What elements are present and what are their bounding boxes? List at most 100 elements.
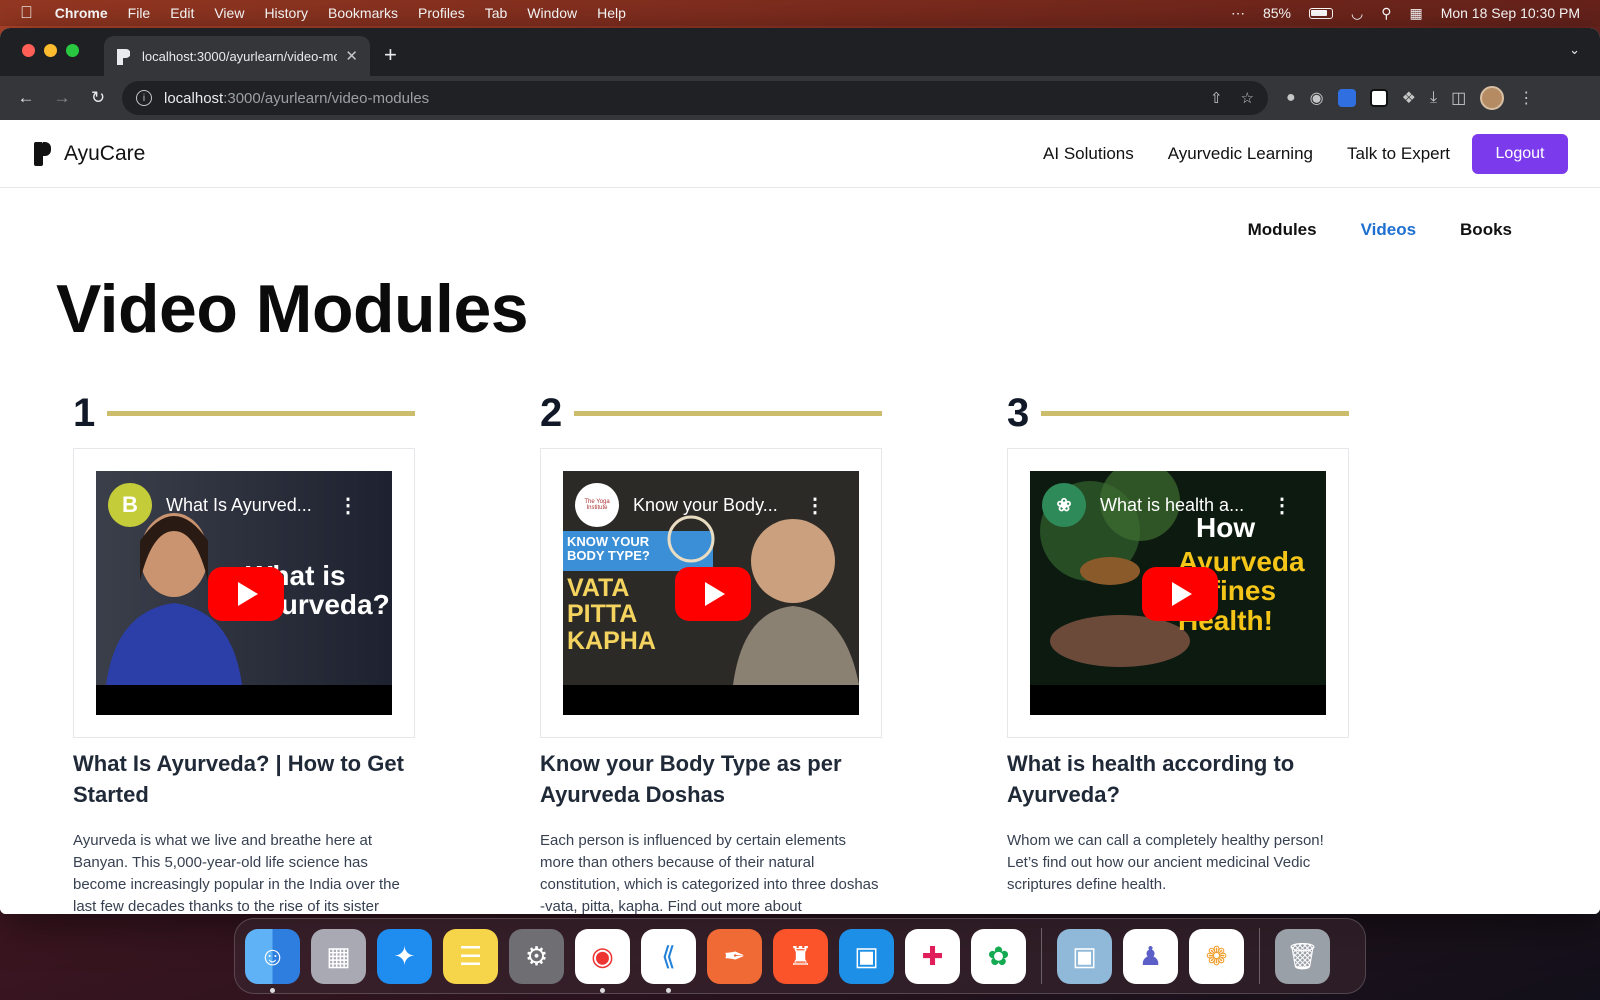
- channel-avatar[interactable]: B: [108, 483, 152, 527]
- browser-tab-active[interactable]: localhost:3000/ayurlearn/video-modules ✕: [104, 36, 370, 76]
- menu-bookmarks[interactable]: Bookmarks: [328, 5, 398, 21]
- learning-subnav: Modules Videos Books: [1248, 220, 1512, 240]
- share-icon[interactable]: ⇧: [1210, 89, 1223, 107]
- url-host: localhost: [164, 89, 224, 107]
- card-number: 1: [73, 390, 96, 435]
- channel-tree-icon[interactable]: ❀: [1042, 483, 1086, 527]
- teams-icon[interactable]: ♟: [1123, 928, 1178, 984]
- menu-window[interactable]: Window: [527, 5, 577, 21]
- card-title: What Is Ayurveda? | How to Get Started: [73, 751, 404, 807]
- back-arrow-icon[interactable]: ←: [12, 88, 40, 108]
- profile-avatar[interactable]: [1480, 86, 1505, 110]
- forward-arrow-icon[interactable]: →: [48, 88, 76, 108]
- site-logo[interactable]: AyuCare: [32, 141, 145, 166]
- tab-title: localhost:3000/ayurlearn/video-modules: [142, 48, 338, 64]
- menu-history[interactable]: History: [264, 5, 308, 21]
- browser-toolbar: ← → ↻ i localhost:3000/ayurlearn/video-m…: [0, 76, 1600, 120]
- web-page: AyuCare AI Solutions Ayurvedic Learning …: [0, 120, 1600, 914]
- battery-icon[interactable]: [1308, 7, 1333, 19]
- video-frame: ❀ What is health a... ⋮ How Ayurveda def…: [1007, 448, 1349, 738]
- site-info-icon[interactable]: i: [136, 90, 152, 106]
- subnav-videos[interactable]: Videos: [1361, 220, 1416, 240]
- card-number-row: 1: [73, 390, 415, 435]
- thumbnail-overlay-text: VATA PITTA KAPHA: [567, 574, 656, 655]
- chrome-window: localhost:3000/ayurlearn/video-modules ✕…: [0, 28, 1600, 914]
- bookmark-star-icon[interactable]: ☆: [1241, 89, 1254, 107]
- play-button-icon[interactable]: [208, 567, 284, 621]
- dock-separator: [1259, 928, 1260, 984]
- card-divider: [1041, 410, 1349, 416]
- video-frame: The Yoga Institute Know your Body... ⋮ K…: [540, 448, 882, 738]
- apple-icon[interactable]: : [20, 3, 33, 23]
- nav-ayurvedic-learning[interactable]: Ayurvedic Learning: [1168, 144, 1313, 164]
- downloads-icon[interactable]: ⤓: [1430, 89, 1437, 107]
- trash-icon[interactable]: 🗑: [1275, 928, 1330, 984]
- zoom-window-button[interactable]: [66, 44, 79, 57]
- menu-tab[interactable]: Tab: [485, 5, 508, 21]
- youtube-embed[interactable]: The Yoga Institute Know your Body... ⋮ K…: [563, 471, 859, 715]
- menu-edit[interactable]: Edit: [170, 5, 194, 21]
- extensions-puzzle-icon[interactable]: ❖: [1402, 88, 1416, 108]
- postman-icon[interactable]: ✒: [707, 928, 762, 984]
- tab-close-icon[interactable]: ✕: [345, 47, 358, 65]
- video-title[interactable]: What Is Ayurved...: [166, 495, 312, 516]
- subnav-modules[interactable]: Modules: [1248, 220, 1317, 240]
- window-controls: [22, 44, 79, 57]
- close-window-button[interactable]: [22, 44, 35, 57]
- youtube-embed[interactable]: B What Is Ayurved... ⋮ What is Ayurveda?: [96, 471, 392, 715]
- brave-icon[interactable]: ♜: [773, 928, 828, 984]
- mongodb-compass-icon[interactable]: ✿: [971, 928, 1026, 984]
- vscode-icon[interactable]: ⟪: [641, 928, 696, 993]
- wifi-icon[interactable]: ◡: [1351, 5, 1363, 22]
- youtube-embed[interactable]: ❀ What is health a... ⋮ How Ayurveda def…: [1030, 471, 1326, 715]
- more-options-icon[interactable]: ⋮: [805, 493, 825, 518]
- preview-icon[interactable]: ▣: [1057, 928, 1112, 984]
- finder-icon[interactable]: ☺: [245, 928, 300, 993]
- docker-icon[interactable]: ▣: [839, 928, 894, 984]
- tab-search-chevron-down-icon[interactable]: ⌄: [1569, 42, 1580, 58]
- card-description: Each person is influenced by certain ele…: [540, 832, 879, 914]
- url-path: :3000/ayurlearn/video-modules: [223, 89, 430, 107]
- minimize-window-button[interactable]: [44, 44, 57, 57]
- address-bar[interactable]: i localhost:3000/ayurlearn/video-modules…: [122, 81, 1268, 115]
- control-center-icon[interactable]: ▦: [1409, 5, 1422, 22]
- chrome-icon[interactable]: ◉: [575, 928, 630, 993]
- site-header: AyuCare AI Solutions Ayurvedic Learning …: [0, 120, 1600, 188]
- macos-dock: ☺ ▦ ✦ ☰ ⚙ ◉ ⟪ ✒ ♜ ▣ ✚ ✿ ▣ ♟ ❁ 🗑: [234, 918, 1366, 994]
- menu-profiles[interactable]: Profiles: [418, 5, 465, 21]
- photos-icon[interactable]: ❁: [1189, 928, 1244, 984]
- safari-icon[interactable]: ✦: [377, 928, 432, 984]
- menubar-clock[interactable]: Mon 18 Sep 10:30 PM: [1441, 5, 1580, 21]
- extension-dropper-icon[interactable]: ●: [1286, 89, 1296, 107]
- notes-icon[interactable]: ☰: [443, 928, 498, 984]
- side-panel-icon[interactable]: ◫: [1451, 88, 1466, 108]
- logout-button[interactable]: Logout: [1472, 133, 1568, 174]
- menu-app-name[interactable]: Chrome: [55, 5, 108, 21]
- spotlight-search-icon[interactable]: ⚲: [1381, 5, 1391, 22]
- system-settings-gear-icon[interactable]: ⚙: [509, 928, 564, 984]
- nav-talk-to-expert[interactable]: Talk to Expert: [1347, 144, 1450, 164]
- more-options-icon[interactable]: ⋮: [1272, 493, 1292, 518]
- nav-ai-solutions[interactable]: AI Solutions: [1043, 144, 1134, 164]
- new-tab-button[interactable]: +: [384, 42, 397, 68]
- menu-help[interactable]: Help: [597, 5, 626, 21]
- slack-icon[interactable]: ✚: [905, 928, 960, 984]
- menu-file[interactable]: File: [128, 5, 151, 21]
- page-title: Video Modules: [56, 271, 529, 347]
- channel-avatar[interactable]: The Yoga Institute: [575, 483, 619, 527]
- reload-icon[interactable]: ↻: [84, 88, 112, 108]
- activity-icon[interactable]: ⋯: [1231, 5, 1245, 22]
- launchpad-icon[interactable]: ▦: [311, 928, 366, 984]
- more-options-icon[interactable]: ⋮: [338, 493, 358, 518]
- extension-reader-icon[interactable]: [1369, 89, 1388, 107]
- site-favicon-icon: [116, 49, 130, 65]
- video-title[interactable]: Know your Body...: [633, 495, 778, 516]
- extensions-area: ● ◉ ❖ ⤓ ◫ ⋮: [1286, 86, 1534, 110]
- play-button-icon[interactable]: [675, 567, 751, 621]
- subnav-books[interactable]: Books: [1460, 220, 1512, 240]
- chrome-menu-icon[interactable]: ⋮: [1518, 88, 1534, 108]
- extension-translate-icon[interactable]: [1337, 89, 1356, 107]
- extension-camera-icon[interactable]: ◉: [1310, 88, 1324, 108]
- play-button-icon[interactable]: [1142, 567, 1218, 621]
- menu-view[interactable]: View: [214, 5, 244, 21]
